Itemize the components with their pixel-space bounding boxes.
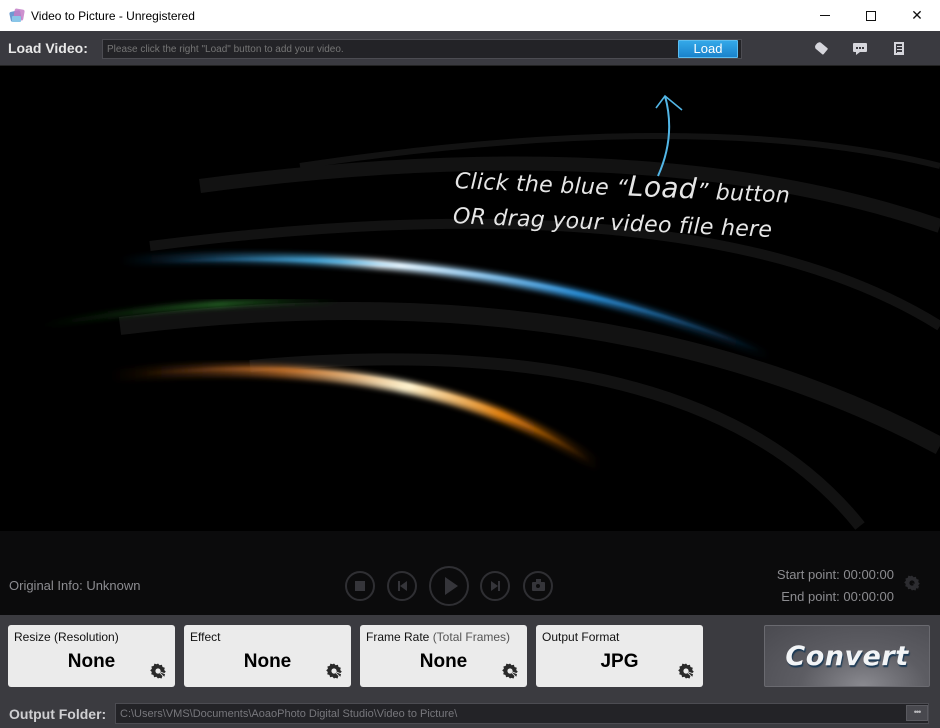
stop-icon (355, 581, 365, 591)
maximize-button[interactable] (848, 0, 894, 31)
output-format-card[interactable]: Output Format JPG (536, 625, 703, 687)
previous-button[interactable] (387, 571, 417, 601)
register-icon[interactable] (892, 41, 908, 57)
start-point: Start point: 00:00:00 (776, 567, 894, 582)
convert-button[interactable]: Convert (764, 625, 930, 687)
trim-settings-gear-icon[interactable] (903, 574, 921, 592)
frame-rate-settings-gear-icon[interactable] (501, 662, 519, 680)
output-format-settings-gear-icon[interactable] (677, 662, 695, 680)
app-window: Video to Picture - Unregistered ✕ Load V… (0, 0, 940, 728)
light-streaks-background (39, 94, 940, 530)
video-path-input[interactable] (102, 39, 742, 59)
output-folder-bar: Output Folder: ••• (0, 697, 940, 728)
load-video-bar: Load Video: Load (0, 31, 940, 66)
effect-card[interactable]: Effect None (184, 625, 351, 687)
card-title: Frame Rate (Total Frames) (366, 630, 511, 644)
title-bar: Video to Picture - Unregistered ✕ (0, 0, 940, 31)
next-button[interactable] (480, 571, 510, 601)
end-point: End point: 00:00:00 (781, 589, 894, 604)
stop-button[interactable] (345, 571, 375, 601)
card-title: Output Format (542, 630, 620, 644)
card-title: Effect (190, 630, 221, 644)
next-icon (490, 581, 500, 591)
original-info: Original Info: Unknown (9, 578, 141, 593)
video-drop-area[interactable]: Click the blue “Load” button OR drag you… (0, 66, 940, 531)
window-title: Video to Picture - Unregistered (31, 8, 195, 23)
resize-settings-gear-icon[interactable] (149, 662, 167, 680)
load-button[interactable]: Load (678, 40, 738, 58)
app-logo-icon (9, 7, 25, 24)
browse-folder-button[interactable]: ••• (906, 705, 928, 721)
chat-icon[interactable] (852, 41, 868, 57)
hint-text: ” button (696, 179, 791, 209)
previous-icon (397, 581, 407, 591)
convert-label: Convert (785, 640, 909, 672)
maximize-icon (866, 10, 876, 21)
playback-panel: Original Info: Unknown Start point: 00:0… (0, 531, 940, 615)
output-folder-label: Output Folder: (9, 706, 107, 722)
load-video-label: Load Video: (8, 40, 88, 56)
hint-load-word: Load (627, 169, 698, 206)
tag-icon[interactable] (813, 41, 829, 57)
window-controls: ✕ (802, 0, 940, 31)
output-folder-input[interactable] (115, 703, 929, 724)
camera-icon (531, 578, 545, 591)
play-button[interactable] (429, 566, 469, 606)
minimize-button[interactable] (802, 0, 848, 31)
trim-points: Start point: 00:00:00 End point: 00:00:0… (777, 564, 894, 608)
close-icon: ✕ (911, 7, 923, 23)
minimize-icon (820, 15, 830, 16)
play-icon (444, 577, 458, 595)
close-button[interactable]: ✕ (894, 0, 940, 31)
resize-card[interactable]: Resize (Resolution) None (8, 625, 175, 687)
effect-settings-gear-icon[interactable] (325, 662, 343, 680)
snapshot-button[interactable] (523, 571, 553, 601)
frame-rate-card[interactable]: Frame Rate (Total Frames) None (360, 625, 527, 687)
card-title: Resize (Resolution) (14, 630, 119, 644)
settings-panel: Resize (Resolution) None Effect None Fra… (0, 615, 940, 697)
